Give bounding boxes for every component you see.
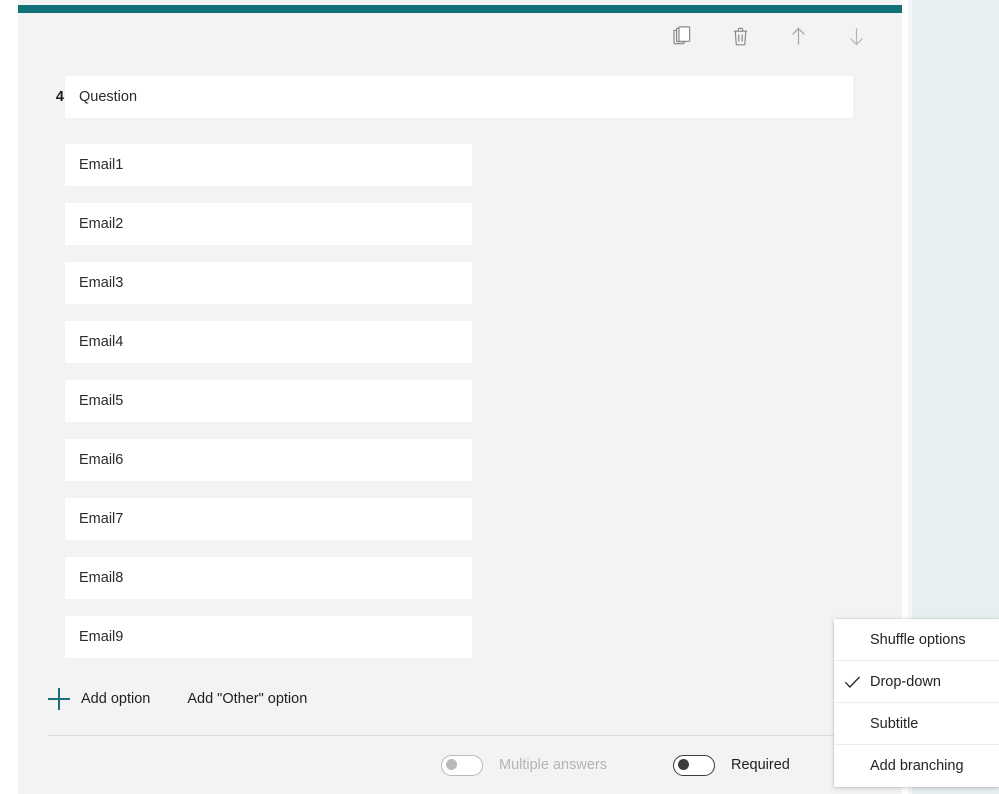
option-input[interactable]: Email8	[65, 557, 472, 599]
required-label: Required	[731, 757, 790, 773]
required-toggle-group: Required	[673, 754, 790, 776]
question-title-input[interactable]: Question	[65, 76, 853, 118]
question-card: 4. Question Email1 Email2 Email3 Email4 …	[18, 0, 902, 794]
menu-item-subtitle[interactable]: Subtitle	[834, 703, 999, 745]
multiple-answers-toggle-group: Multiple answers	[441, 754, 607, 776]
multiple-answers-toggle[interactable]	[441, 754, 483, 776]
option-list: Email1 Email2 Email3 Email4 Email5 Email…	[65, 144, 472, 675]
question-toolbar	[666, 20, 872, 52]
move-up-icon[interactable]	[782, 20, 814, 52]
forms-question-editor: 4. Question Email1 Email2 Email3 Email4 …	[0, 0, 999, 794]
option-input[interactable]: Email4	[65, 321, 472, 363]
question-footer: Multiple answers Required	[18, 736, 902, 794]
add-option-row: Add option Add "Other" option	[48, 684, 307, 714]
toggle-knob	[445, 759, 457, 770]
toggle-knob	[677, 759, 689, 770]
plus-icon[interactable]	[48, 688, 70, 710]
required-toggle[interactable]	[673, 754, 715, 776]
menu-item-label: Drop-down	[870, 673, 941, 690]
move-down-icon[interactable]	[840, 20, 872, 52]
multiple-answers-label: Multiple answers	[499, 757, 607, 773]
add-other-option-button[interactable]: Add "Other" option	[187, 691, 307, 707]
option-input[interactable]: Email9	[65, 616, 472, 658]
question-number: 4.	[55, 89, 68, 105]
copy-icon[interactable]	[666, 20, 698, 52]
option-input[interactable]: Email2	[65, 203, 472, 245]
option-input[interactable]: Email3	[65, 262, 472, 304]
option-input[interactable]: Email5	[65, 380, 472, 422]
question-context-menu: Shuffle options Drop-down Subtitle Add b…	[834, 619, 999, 787]
menu-item-drop-down[interactable]: Drop-down	[834, 661, 999, 703]
card-accent-bar	[18, 5, 902, 13]
menu-item-label: Add branching	[870, 758, 964, 774]
delete-icon[interactable]	[724, 20, 756, 52]
option-input[interactable]: Email6	[65, 439, 472, 481]
question-title-row: 4. Question	[18, 76, 902, 118]
option-input[interactable]: Email7	[65, 498, 472, 540]
check-icon	[834, 675, 870, 689]
menu-item-label: Shuffle options	[870, 631, 966, 648]
menu-item-add-branching[interactable]: Add branching	[834, 745, 999, 787]
menu-item-shuffle-options[interactable]: Shuffle options	[834, 619, 999, 661]
option-input[interactable]: Email1	[65, 144, 472, 186]
menu-item-label: Subtitle	[870, 715, 919, 732]
add-option-button[interactable]: Add option	[81, 691, 150, 707]
